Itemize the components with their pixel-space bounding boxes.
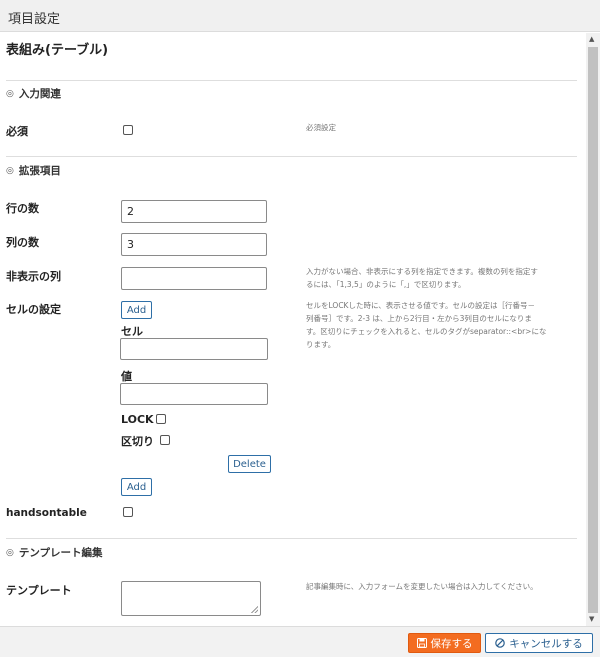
template-textarea[interactable] xyxy=(121,581,261,616)
section-circle-icon: ◎ xyxy=(6,165,14,176)
value-input[interactable] xyxy=(120,383,268,405)
divider xyxy=(6,80,577,81)
rows-label: 行の数 xyxy=(6,202,39,215)
dialog-footer: 保存する キャンセルする xyxy=(0,626,600,657)
required-help: 必須設定 xyxy=(306,123,336,132)
section-heading-input: ◎ 入力関連 xyxy=(6,88,61,100)
cell-field-label: セル xyxy=(121,325,143,338)
lock-checkbox[interactable] xyxy=(156,414,166,424)
cancel-button[interactable]: キャンセルする xyxy=(485,633,593,653)
cell-settings-help: セルをLOCKした時に、表示させる値です。セルの設定は［行番号－ 列番号］です。… xyxy=(306,301,547,349)
scrollbar-thumb[interactable] xyxy=(588,47,598,613)
hidden-cols-label: 非表示の列 xyxy=(6,270,61,283)
template-help: 記事編集時に、入力フォームを変更したい場合は入力してください。 xyxy=(306,582,538,591)
section-heading-extended: ◎ 拡張項目 xyxy=(6,165,61,177)
handsontable-label: handsontable xyxy=(6,507,87,519)
dialog-title: 項目設定 xyxy=(8,12,61,27)
scroll-down-arrow-icon[interactable]: ▼ xyxy=(589,615,594,623)
cell-add-button-2[interactable]: Add xyxy=(121,478,152,496)
divider xyxy=(6,538,577,539)
save-button[interactable]: 保存する xyxy=(408,633,481,653)
required-checkbox[interactable] xyxy=(123,125,133,135)
lock-label: LOCK xyxy=(121,413,154,426)
vertical-scrollbar[interactable]: ▲ ▼ xyxy=(586,33,600,626)
section-heading-template: ◎ テンプレート編集 xyxy=(6,547,103,559)
cancel-circle-icon xyxy=(495,638,506,648)
cell-input[interactable] xyxy=(120,338,268,360)
cell-delete-button[interactable]: Delete xyxy=(228,455,271,473)
template-label: テンプレート xyxy=(6,584,72,597)
section-circle-icon: ◎ xyxy=(6,547,14,558)
cols-input[interactable]: 3 xyxy=(121,233,267,256)
dialog-titlebar: 項目設定 xyxy=(0,0,600,32)
form-title: 表組み(テーブル) xyxy=(6,43,109,58)
split-checkbox[interactable] xyxy=(160,435,170,445)
rows-input[interactable]: 2 xyxy=(121,200,267,223)
save-icon xyxy=(416,638,427,648)
hidden-cols-input[interactable] xyxy=(121,267,267,290)
scroll-up-arrow-icon[interactable]: ▲ xyxy=(589,35,594,43)
cell-settings-label: セルの設定 xyxy=(6,303,61,316)
section-circle-icon: ◎ xyxy=(6,88,14,99)
cell-add-button[interactable]: Add xyxy=(121,301,152,319)
dialog-content: 表組み(テーブル) ◎ 入力関連 必須 必須設定 ◎ 拡張項目 行の数 2 列の… xyxy=(0,33,585,626)
value-field-label: 値 xyxy=(121,370,132,383)
split-label: 区切り xyxy=(121,435,154,448)
resize-grip-icon[interactable] xyxy=(251,606,258,613)
handsontable-checkbox[interactable] xyxy=(123,507,133,517)
cols-label: 列の数 xyxy=(6,236,39,249)
required-label: 必須 xyxy=(6,125,28,138)
divider xyxy=(6,156,577,157)
hidden-cols-help: 入力がない場合、非表示にする列を指定できます。複数の列を指定す るには、「1,3… xyxy=(306,267,538,289)
